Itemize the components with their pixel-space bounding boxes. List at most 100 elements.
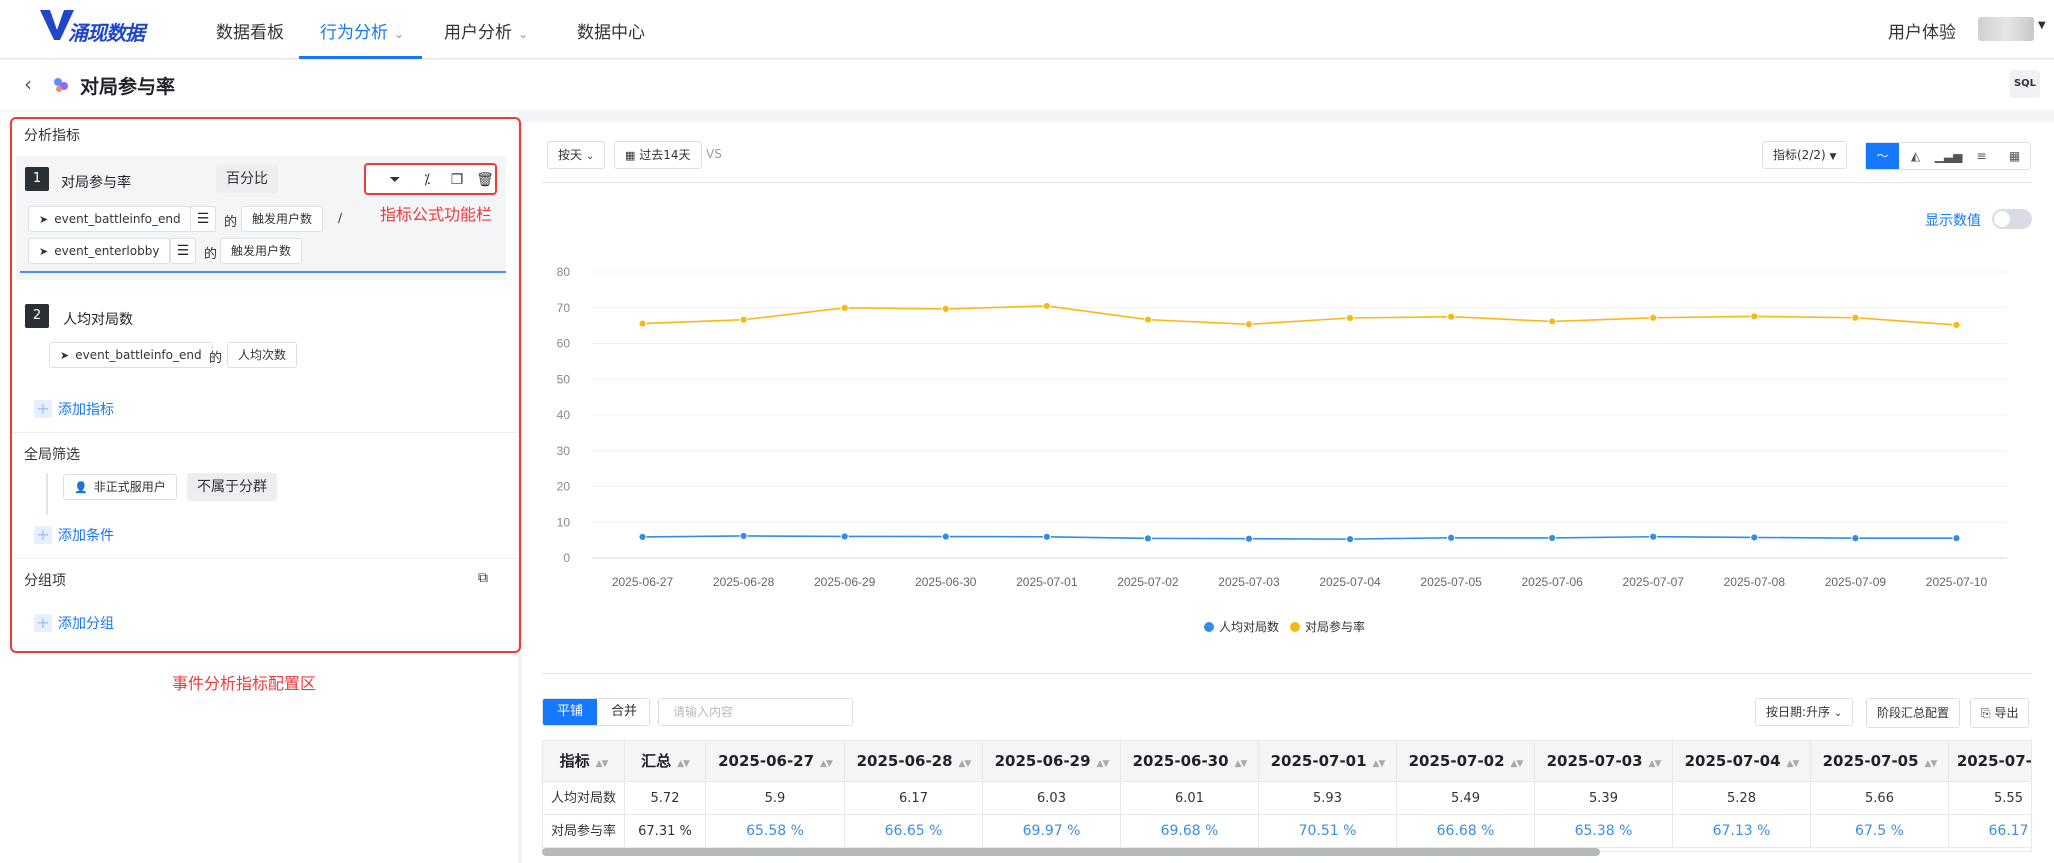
- add-metric-button[interactable]: + 添加指标: [34, 399, 114, 419]
- horizontal-scrollbar[interactable]: [542, 848, 1600, 856]
- divider: [542, 673, 2032, 674]
- column-header-label: 2025-07-05: [1822, 752, 1919, 770]
- measure-select[interactable]: 触发用户数: [241, 206, 324, 232]
- sort-icon[interactable]: ▲▼: [1235, 759, 1248, 769]
- column-header[interactable]: 2025-07-03 ▲▼: [1535, 741, 1673, 782]
- column-header[interactable]: 2025-06-29 ▲▼: [983, 741, 1121, 782]
- metric-format-select[interactable]: 百分比: [216, 165, 278, 193]
- table-cell: 66.65 %: [845, 815, 983, 848]
- sort-icon[interactable]: ▲▼: [1373, 759, 1386, 769]
- plus-icon: +: [34, 614, 52, 632]
- table-search-input[interactable]: 请输入内容: [658, 698, 853, 726]
- sql-button[interactable]: SQL: [2010, 70, 2040, 98]
- column-header[interactable]: 2025-07-01 ▲▼: [1259, 741, 1397, 782]
- filter-operator-select[interactable]: 不属于分群: [187, 473, 277, 501]
- column-header-label: 2025-07-01: [1270, 752, 1367, 770]
- percent-icon[interactable]: ⁒: [418, 171, 436, 189]
- data-table: 指标 ▲▼ 汇总 ▲▼ 2025-06-27 ▲▼ 2025-06-28 ▲▼ 2025-06-…: [542, 740, 2032, 852]
- sort-icon[interactable]: ▲▼: [1511, 759, 1524, 769]
- sort-select[interactable]: 按日期:升序 ⌄: [1755, 698, 1854, 726]
- page-header: ‹ 对局参与率 SQL: [0, 60, 2054, 110]
- event-icon: ➤: [60, 349, 70, 362]
- event-select[interactable]: ➤ event_enterlobby: [28, 238, 171, 264]
- column-header[interactable]: 指标 ▲▼: [543, 741, 625, 782]
- show-values-toggle[interactable]: [1992, 209, 2032, 229]
- event-select[interactable]: ➤ event_battleinfo_end: [28, 206, 192, 232]
- sort-icon[interactable]: ▲▼: [1649, 759, 1662, 769]
- column-header-label: 2025-06-29: [994, 752, 1091, 770]
- nav-item-user-analysis[interactable]: 用户分析 ⌄: [444, 18, 528, 58]
- data-point: [1042, 532, 1051, 541]
- column-header-label: 2025-07-03: [1546, 752, 1643, 770]
- event-analysis-icon: [54, 78, 68, 92]
- date-range-select[interactable]: ▦ 过去14天: [614, 141, 702, 169]
- metric-name[interactable]: 人均对局数: [63, 309, 133, 329]
- group-tree-icon[interactable]: ⧉: [478, 570, 488, 586]
- back-arrow-icon[interactable]: ‹: [24, 72, 32, 96]
- area-chart-icon[interactable]: ◭: [1899, 143, 1932, 169]
- add-metric-label: 添加指标: [58, 402, 114, 418]
- user-experience-link[interactable]: 用户体验: [1888, 18, 1956, 43]
- sort-icon[interactable]: ▲▼: [959, 759, 972, 769]
- nav-item-behavior-analysis[interactable]: 行为分析 ⌄: [320, 18, 404, 58]
- sort-icon[interactable]: ▲▼: [1097, 759, 1110, 769]
- x-tick-label: 2025-06-27: [612, 575, 674, 589]
- export-label: 导出: [1994, 706, 2019, 720]
- column-header[interactable]: 2025-07-0▲▼: [1949, 741, 2031, 782]
- table-view-icon[interactable]: ▦: [1998, 143, 2031, 169]
- chevron-down-icon: ⌄: [394, 27, 405, 41]
- sort-icon[interactable]: ▲▼: [677, 759, 690, 769]
- add-group-button[interactable]: + 添加分组: [34, 613, 114, 633]
- metric-select[interactable]: 指标(2/2) ▼: [1762, 141, 1848, 169]
- export-button[interactable]: ⎘ 导出: [1970, 698, 2030, 728]
- sort-icon[interactable]: ▲▼: [596, 759, 609, 769]
- filter-field-select[interactable]: 👤 非正式服用户: [63, 474, 177, 500]
- column-header[interactable]: 2025-07-05 ▲▼: [1811, 741, 1949, 782]
- measure-select[interactable]: 人均次数: [227, 342, 298, 368]
- granularity-select[interactable]: 按天 ⌄: [547, 141, 606, 169]
- measure-select[interactable]: 触发用户数: [220, 238, 303, 264]
- y-tick-label: 50: [557, 372, 571, 386]
- data-point: [1447, 533, 1456, 542]
- table-cell: 5.39: [1535, 782, 1673, 815]
- add-condition-button[interactable]: + 添加条件: [34, 525, 114, 545]
- filter-icon[interactable]: ⏷: [386, 171, 404, 189]
- tab-merge[interactable]: 合并: [597, 699, 649, 725]
- menu-icon[interactable]: ☰: [190, 206, 216, 232]
- metric-formula-toolbar: ⏷ ⁒ ❐ 🗑: [364, 163, 497, 195]
- of-label: 的: [204, 247, 218, 262]
- line-chart-icon[interactable]: 〜: [1866, 143, 1899, 169]
- event-icon: ➤: [39, 245, 49, 258]
- column-header[interactable]: 2025-06-27 ▲▼: [706, 741, 845, 782]
- stage-summary-config-button[interactable]: 阶段汇总配置: [1866, 698, 1961, 728]
- sort-icon[interactable]: ▲▼: [1925, 759, 1938, 769]
- column-header[interactable]: 汇总 ▲▼: [625, 741, 706, 782]
- sort-icon[interactable]: ▲▼: [1787, 759, 1800, 769]
- vs-compare-toggle[interactable]: VS: [706, 147, 722, 161]
- menu-icon[interactable]: ☰: [170, 238, 196, 264]
- horizontal-bar-icon[interactable]: ≡: [1965, 143, 1998, 169]
- operator[interactable]: /: [326, 206, 354, 232]
- metric-name[interactable]: 对局参与率: [61, 172, 131, 192]
- column-header[interactable]: 2025-06-30 ▲▼: [1121, 741, 1259, 782]
- plus-icon: +: [34, 400, 52, 418]
- event-select[interactable]: ➤ event_battleinfo_end: [49, 342, 213, 368]
- copy-icon[interactable]: ❐: [448, 171, 466, 189]
- column-header[interactable]: 2025-07-04 ▲▼: [1673, 741, 1811, 782]
- row-label: 对局参与率: [543, 815, 625, 848]
- data-point: [1143, 315, 1152, 324]
- nav-item-dashboard[interactable]: 数据看板: [216, 18, 284, 58]
- nav-item-data-center[interactable]: 数据中心: [577, 18, 645, 58]
- caret-down-icon[interactable]: ▼: [2038, 20, 2046, 31]
- x-tick-label: 2025-07-08: [1724, 575, 1786, 589]
- column-header[interactable]: 2025-07-02 ▲▼: [1397, 741, 1535, 782]
- app-logo[interactable]: 涌现数据: [40, 8, 145, 48]
- avatar[interactable]: [1978, 17, 2034, 41]
- column-header[interactable]: 2025-06-28 ▲▼: [845, 741, 983, 782]
- delete-icon[interactable]: 🗑: [476, 171, 494, 189]
- sort-label: 按日期:升序: [1766, 705, 1831, 719]
- bar-chart-icon[interactable]: ▁▃▅: [1932, 143, 1965, 169]
- sort-icon[interactable]: ▲▼: [820, 759, 833, 769]
- data-point: [1851, 313, 1860, 322]
- tab-tile[interactable]: 平铺: [543, 699, 597, 725]
